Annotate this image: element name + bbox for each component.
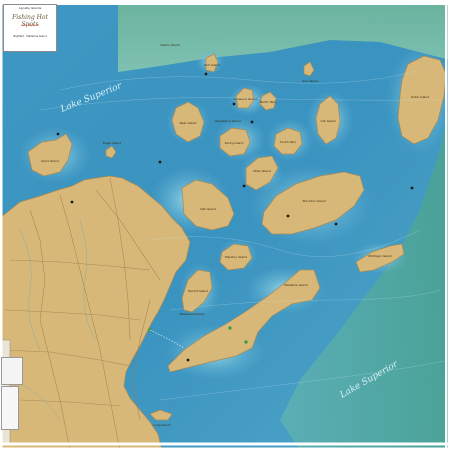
map-canvas[interactable]: Lake Superior Lake Superior Outer Island… (0, 0, 450, 450)
label-long: Long Island (153, 423, 170, 427)
label-eagle: Eagle Island (103, 141, 121, 145)
label-raspberry: Raspberry Island (215, 119, 240, 123)
label-ironwood: Ironwood Island (233, 97, 257, 101)
label-stockton: Stockton Island (302, 199, 325, 203)
title-line-3: Lake Superior (21, 24, 39, 27)
map-title-block: Apostle Islands Fishing Hot Spots Lake S… (3, 4, 57, 52)
title-line-4: Bayfield · Madeline Island (13, 35, 47, 38)
label-michigan: Michigan Island (368, 254, 391, 258)
label-bear: Bear Island (180, 121, 197, 125)
label-york: York Island (204, 63, 220, 67)
label-basswood: Basswood Island (180, 312, 205, 316)
label-rocky: Rocky Island (225, 141, 244, 145)
label-oak: Oak Island (200, 207, 216, 211)
inset-legend (1, 386, 19, 430)
title-line-1: Apostle Islands (18, 6, 42, 10)
label-south-twin: South Twin (280, 140, 296, 144)
label-sand: Sand Island (41, 159, 59, 163)
label-otter: Otter Island (253, 169, 271, 173)
label-outer: Outer Island (411, 95, 429, 99)
label-manitou: Manitou Island (225, 255, 247, 259)
map-frame: Lake Superior Lake Superior Outer Island… (0, 0, 450, 450)
label-cat: Cat Island (321, 119, 336, 123)
label-north-twin: North Twin (260, 100, 276, 104)
label-hermit: Hermit Island (188, 289, 208, 293)
label-devils: Devils Island (160, 43, 179, 47)
label-gull: Gull Island (302, 79, 318, 83)
label-madeline: Madeline Island (284, 283, 308, 287)
inset-locator-map (1, 357, 23, 385)
